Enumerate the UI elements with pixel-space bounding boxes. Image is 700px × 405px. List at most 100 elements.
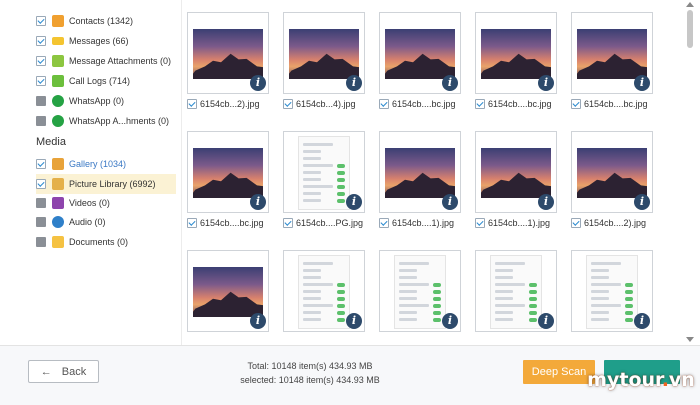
selection-summary: Total: 10148 item(s) 434.93 MB selected:… <box>230 359 390 387</box>
info-icon[interactable]: i <box>250 75 266 91</box>
file-tile[interactable]: i 6154cb...4).jpg <box>283 12 365 109</box>
gallery-checkbox[interactable] <box>36 159 46 169</box>
videos-checkbox[interactable] <box>36 198 46 208</box>
info-icon[interactable]: i <box>634 194 650 210</box>
info-icon[interactable]: i <box>346 313 362 329</box>
file-tile[interactable]: i <box>475 250 557 332</box>
sidebar-item-audio[interactable]: Audio (0) <box>36 212 106 232</box>
file-thumbnail[interactable]: i <box>379 250 461 332</box>
sidebar-item-picture-library[interactable]: Picture Library (6992) <box>36 174 176 194</box>
file-thumbnail[interactable]: i <box>475 12 557 94</box>
sidebar-item-message-attachments[interactable]: Message Attachments (0) <box>36 51 171 71</box>
scrollbar-thumb[interactable] <box>687 10 693 48</box>
file-tile[interactable]: i 6154cb....bc.jpg <box>379 12 461 109</box>
file-checkbox[interactable] <box>379 218 389 228</box>
file-thumbnail[interactable]: i <box>475 131 557 213</box>
file-tile[interactable]: i 6154cb...2).jpg <box>187 12 269 109</box>
file-checkbox[interactable] <box>283 218 293 228</box>
call-logs-checkbox[interactable] <box>36 76 46 86</box>
file-checkbox[interactable] <box>475 218 485 228</box>
landscape-thumbnail <box>385 29 455 79</box>
sidebar-item-contacts[interactable]: Contacts (1342) <box>36 11 133 31</box>
sidebar-item-whatsapp-attachments[interactable]: WhatsApp A...hments (0) <box>36 111 169 131</box>
sidebar-item-whatsapp[interactable]: WhatsApp (0) <box>36 91 124 111</box>
info-icon[interactable]: i <box>250 194 266 210</box>
file-name: 6154cb....bc.jpg <box>392 99 456 109</box>
screenshot-thumbnail <box>394 255 446 329</box>
sidebar-item-gallery[interactable]: Gallery (1034) <box>36 154 126 174</box>
file-thumbnail[interactable]: i <box>283 12 365 94</box>
file-thumbnail[interactable]: i <box>187 250 269 332</box>
sidebar-item-documents[interactable]: Documents (0) <box>36 232 128 252</box>
file-checkbox[interactable] <box>283 99 293 109</box>
sidebar-item-call-logs[interactable]: Call Logs (714) <box>36 71 130 91</box>
file-thumbnail[interactable]: i <box>571 12 653 94</box>
picture-library-checkbox[interactable] <box>36 179 46 189</box>
info-icon[interactable]: i <box>538 194 554 210</box>
file-tile[interactable]: i 6154cb....1).jpg <box>379 131 461 228</box>
file-caption: 6154cb....bc.jpg <box>475 99 557 109</box>
file-name: 6154cb...4).jpg <box>296 99 356 109</box>
contacts-icon <box>52 15 64 27</box>
file-thumbnail[interactable]: i <box>283 131 365 213</box>
file-tile[interactable]: i 6154cb....PG.jpg <box>283 131 365 228</box>
grid-scrollbar[interactable] <box>684 0 696 345</box>
info-icon[interactable]: i <box>538 313 554 329</box>
messages-checkbox[interactable] <box>36 36 46 46</box>
scroll-down-arrow-icon[interactable] <box>686 337 694 342</box>
file-checkbox[interactable] <box>571 218 581 228</box>
file-tile[interactable]: i <box>283 250 365 332</box>
landscape-thumbnail <box>481 29 551 79</box>
file-thumbnail[interactable]: i <box>283 250 365 332</box>
whatsapp-attachments-checkbox[interactable] <box>36 116 46 126</box>
file-thumbnail[interactable]: i <box>571 250 653 332</box>
file-checkbox[interactable] <box>475 99 485 109</box>
back-button[interactable]: ← Back <box>28 360 99 383</box>
file-tile[interactable]: i 6154cb....bc.jpg <box>571 12 653 109</box>
watermark-dot: . <box>661 369 669 391</box>
deep-scan-button[interactable]: Deep Scan <box>523 360 595 384</box>
file-thumbnail[interactable]: i <box>379 12 461 94</box>
scroll-up-arrow-icon[interactable] <box>686 2 694 7</box>
file-thumbnail[interactable]: i <box>379 131 461 213</box>
info-icon[interactable]: i <box>250 313 266 329</box>
file-thumbnail[interactable]: i <box>187 12 269 94</box>
file-checkbox[interactable] <box>187 99 197 109</box>
info-icon[interactable]: i <box>538 75 554 91</box>
file-thumbnail[interactable]: i <box>187 131 269 213</box>
info-icon[interactable]: i <box>442 194 458 210</box>
info-icon[interactable]: i <box>634 75 650 91</box>
file-name: 6154cb...2).jpg <box>200 99 260 109</box>
contacts-checkbox[interactable] <box>36 16 46 26</box>
file-caption: 6154cb....bc.jpg <box>571 99 653 109</box>
file-tile[interactable]: i <box>187 250 269 332</box>
info-icon[interactable]: i <box>442 75 458 91</box>
file-caption: 6154cb....1).jpg <box>475 218 557 228</box>
gallery-icon <box>52 158 64 170</box>
sidebar-item-videos[interactable]: Videos (0) <box>36 193 110 213</box>
file-caption: 6154cb....bc.jpg <box>187 218 269 228</box>
file-tile[interactable]: i <box>571 250 653 332</box>
file-checkbox[interactable] <box>187 218 197 228</box>
file-tile[interactable]: i 6154cb....2).jpg <box>571 131 653 228</box>
message-attachments-checkbox[interactable] <box>36 56 46 66</box>
audio-checkbox[interactable] <box>36 217 46 227</box>
file-checkbox[interactable] <box>571 99 581 109</box>
documents-checkbox[interactable] <box>36 237 46 247</box>
file-tile[interactable]: i 6154cb....bc.jpg <box>187 131 269 228</box>
info-icon[interactable]: i <box>442 313 458 329</box>
info-icon[interactable]: i <box>346 75 362 91</box>
info-icon[interactable]: i <box>634 313 650 329</box>
file-thumbnail[interactable]: i <box>571 131 653 213</box>
whatsapp-checkbox[interactable] <box>36 96 46 106</box>
file-thumbnail[interactable]: i <box>475 250 557 332</box>
audio-icon <box>52 216 64 228</box>
file-tile[interactable]: i <box>379 250 461 332</box>
sidebar-item-messages[interactable]: Messages (66) <box>36 31 129 51</box>
file-tile[interactable]: i 6154cb....1).jpg <box>475 131 557 228</box>
watermark-brand: mytour <box>587 369 662 391</box>
file-checkbox[interactable] <box>379 99 389 109</box>
file-tile[interactable]: i 6154cb....bc.jpg <box>475 12 557 109</box>
info-icon[interactable]: i <box>346 194 362 210</box>
left-arrow-icon: ← <box>40 365 52 378</box>
